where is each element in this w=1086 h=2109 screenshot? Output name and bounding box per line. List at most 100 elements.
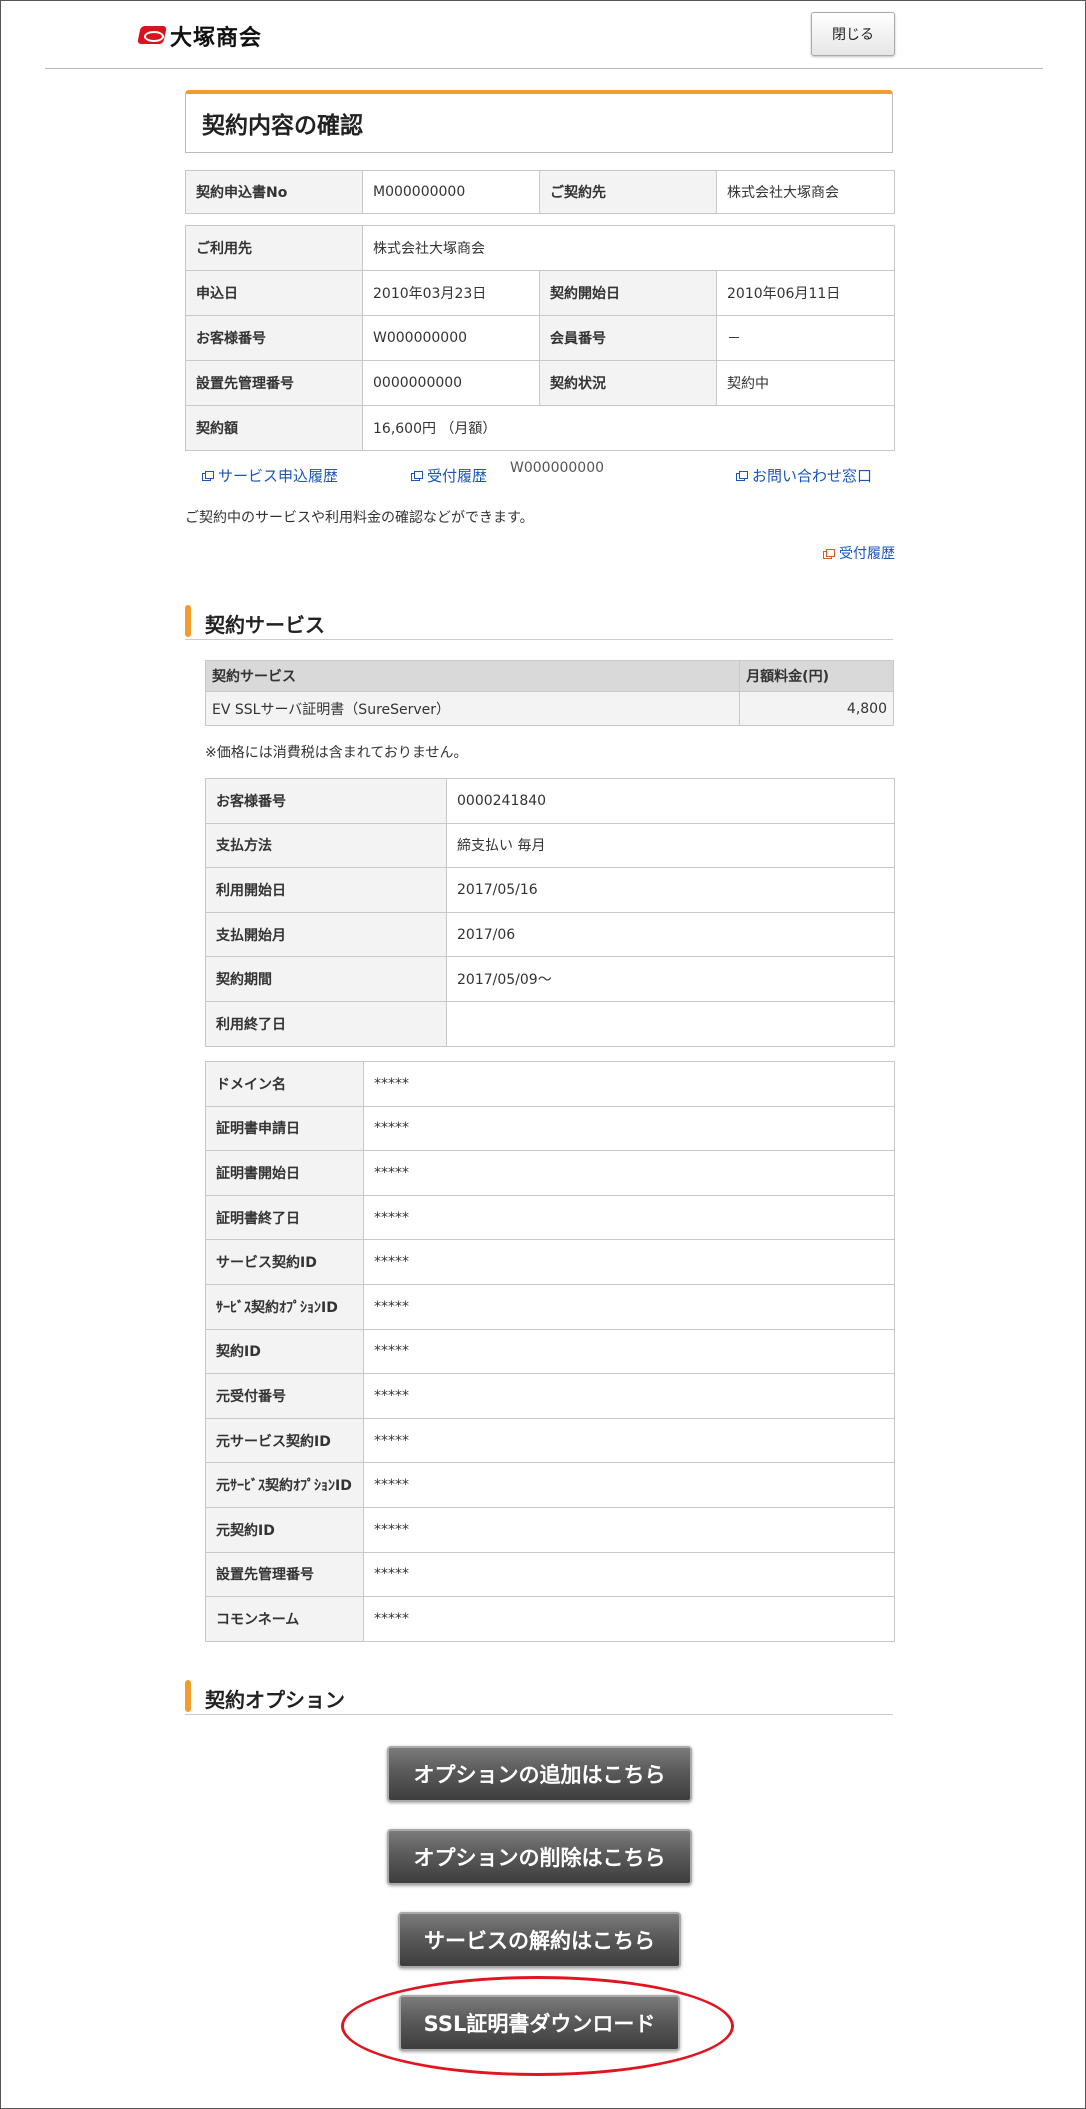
table-row: 設置先管理番号 ***** <box>205 1551 895 1598</box>
table-row: ｻｰﾋﾞｽ契約ｵﾌﾟｼｮﾝID ***** <box>205 1283 895 1330</box>
amount-value: 16,600円 （月額） <box>361 405 896 451</box>
floating-customer-no: W000000000 <box>510 460 605 476</box>
cell-label: 設置先管理番号 <box>185 360 363 406</box>
billing-table: お客様番号 0000241840 支払方法 締支払い 毎月 利用開始日 2017/05/1… <box>205 778 895 1047</box>
row-value: 2017/05/09～ <box>446 956 895 1002</box>
row-label: コモンネーム <box>205 1596 364 1642</box>
service-history-link[interactable]: サービス申込履歴 <box>202 465 338 486</box>
status-value: 契約中 <box>715 360 896 406</box>
row-label: 利用終了日 <box>205 1000 447 1047</box>
start-date-value: 2010年06月11日 <box>715 270 896 316</box>
row-value: ***** <box>363 1105 895 1152</box>
brand-name: 大塚商会 <box>170 25 263 51</box>
table-row: ドメイン名 ***** <box>205 1061 895 1107</box>
highlight-ellipse <box>341 1976 734 2076</box>
service-name: EV SSLサーバ証明書（SureServer） <box>204 691 741 726</box>
table-row: 設置先管理番号 0000000000 契約状況 契約中 <box>185 360 896 406</box>
row-label: 設置先管理番号 <box>205 1551 364 1598</box>
row-value: ***** <box>363 1462 895 1508</box>
row-label: 利用開始日 <box>205 867 447 913</box>
cell-label: 申込日 <box>185 270 363 316</box>
delete-option-button[interactable]: オプションの削除はこちら <box>387 1829 692 1885</box>
table-row: 契約申込書No M000000000 ご契約先 株式会社大塚商会 <box>185 170 895 214</box>
external-window-icon <box>736 471 748 481</box>
inquiry-link[interactable]: お問い合わせ窓口 <box>736 465 872 486</box>
row-value: 2017/06 <box>446 911 895 958</box>
certificate-table: ドメイン名 ***** 証明書申請日 ***** 証明書開始日 ***** 証明書終了日 **… <box>205 1061 895 1642</box>
reception-history-label-2: 受付履歴 <box>839 546 895 562</box>
row-label: 元ｻｰﾋﾞｽ契約ｵﾌﾟｼｮﾝID <box>205 1462 364 1508</box>
table-row: 契約額 16,600円 （月額） <box>185 405 896 451</box>
table-header-row: 契約サービス 月額料金(円) <box>204 660 894 692</box>
table-row: お客様番号 W000000000 会員番号 － <box>185 315 896 361</box>
brand-mark-icon <box>137 25 167 47</box>
user-value: 株式会社大塚商会 <box>361 225 896 271</box>
row-label: 元契約ID <box>205 1506 364 1553</box>
cell-label: ご利用先 <box>185 225 363 271</box>
row-value: ***** <box>363 1373 895 1419</box>
reception-history-link[interactable]: 受付履歴 <box>411 465 487 486</box>
row-value: ***** <box>363 1328 895 1375</box>
add-option-button[interactable]: オプションの追加はこちら <box>387 1746 692 1802</box>
table-row: 証明書申請日 ***** <box>205 1105 895 1152</box>
header-fee: 月額料金(円) <box>739 660 894 692</box>
row-value: ***** <box>363 1417 895 1464</box>
row-value <box>446 1000 895 1047</box>
table-row: 元ｻｰﾋﾞｽ契約ｵﾌﾟｼｮﾝID ***** <box>205 1462 895 1508</box>
table-row: 元受付番号 ***** <box>205 1373 895 1419</box>
brand-logo[interactable]: 大塚商会 <box>137 20 263 52</box>
table-row: 証明書開始日 ***** <box>205 1150 895 1196</box>
apply-date-value: 2010年03月23日 <box>362 270 540 316</box>
section-accent-bar <box>185 605 191 637</box>
row-value: ***** <box>363 1150 895 1196</box>
table-row: お客様番号 0000241840 <box>205 778 895 824</box>
row-value: ***** <box>363 1239 895 1285</box>
contract-head-table: 契約申込書No M000000000 ご契約先 株式会社大塚商会 <box>185 170 895 214</box>
row-label: ｻｰﾋﾞｽ契約ｵﾌﾟｼｮﾝID <box>205 1283 364 1330</box>
table-row: 契約期間 2017/05/09～ <box>205 956 895 1002</box>
cell-label: 会員番号 <box>539 315 717 361</box>
tax-note: ※価格には消費税は含まれておりません。 <box>205 745 468 761</box>
cell-label: お客様番号 <box>185 315 363 361</box>
close-button[interactable]: 閉じる <box>811 12 895 56</box>
row-label: ドメイン名 <box>205 1061 364 1107</box>
cancel-service-button[interactable]: サービスの解約はこちら <box>398 1912 681 1968</box>
row-value: ***** <box>363 1283 895 1330</box>
row-label: 元サービス契約ID <box>205 1417 364 1464</box>
table-row: 元サービス契約ID ***** <box>205 1417 895 1464</box>
table-row: 利用開始日 2017/05/16 <box>205 867 895 913</box>
description-text: ご契約中のサービスや利用料金の確認などができます。 <box>185 510 534 526</box>
page-title: 契約内容の確認 <box>202 113 363 139</box>
external-window-icon <box>411 471 423 481</box>
table-row: 利用終了日 <box>205 1000 895 1047</box>
table-row: 証明書終了日 ***** <box>205 1194 895 1241</box>
row-value: ***** <box>363 1506 895 1553</box>
row-label: 証明書申請日 <box>205 1105 364 1152</box>
option-section-title: 契約オプション <box>205 1688 345 1712</box>
row-value: 2017/05/16 <box>446 867 895 913</box>
table-row: 支払開始月 2017/06 <box>205 911 895 958</box>
reception-history-link-2[interactable]: 受付履歴 <box>823 543 895 563</box>
cell-label: 契約申込書No <box>185 170 363 214</box>
row-label: 元受付番号 <box>205 1373 364 1419</box>
table-row: 支払方法 締支払い 毎月 <box>205 822 895 869</box>
header-service: 契約サービス <box>204 660 741 692</box>
row-label: 支払方法 <box>205 822 447 869</box>
row-label: 支払開始月 <box>205 911 447 958</box>
service-fee: 4,800 <box>739 691 894 726</box>
row-value: 締支払い 毎月 <box>446 822 895 869</box>
option-section-heading: 契約オプション <box>185 1680 893 1715</box>
table-row: EV SSLサーバ証明書（SureServer） 4,800 <box>204 691 894 726</box>
customer-no-value: W000000000 <box>362 315 540 361</box>
row-label: サービス契約ID <box>205 1239 364 1285</box>
client-value: 株式会社大塚商会 <box>716 170 895 214</box>
page-title-box: 契約内容の確認 <box>185 90 893 153</box>
contract-no-value: M000000000 <box>362 170 540 214</box>
cell-label: 契約開始日 <box>539 270 717 316</box>
row-value: 0000241840 <box>446 778 895 824</box>
site-mgmt-value: 0000000000 <box>362 360 540 406</box>
table-row: 契約ID ***** <box>205 1328 895 1375</box>
reception-history-label: 受付履歴 <box>427 467 488 485</box>
row-label: 証明書終了日 <box>205 1194 364 1241</box>
row-value: ***** <box>363 1596 895 1642</box>
